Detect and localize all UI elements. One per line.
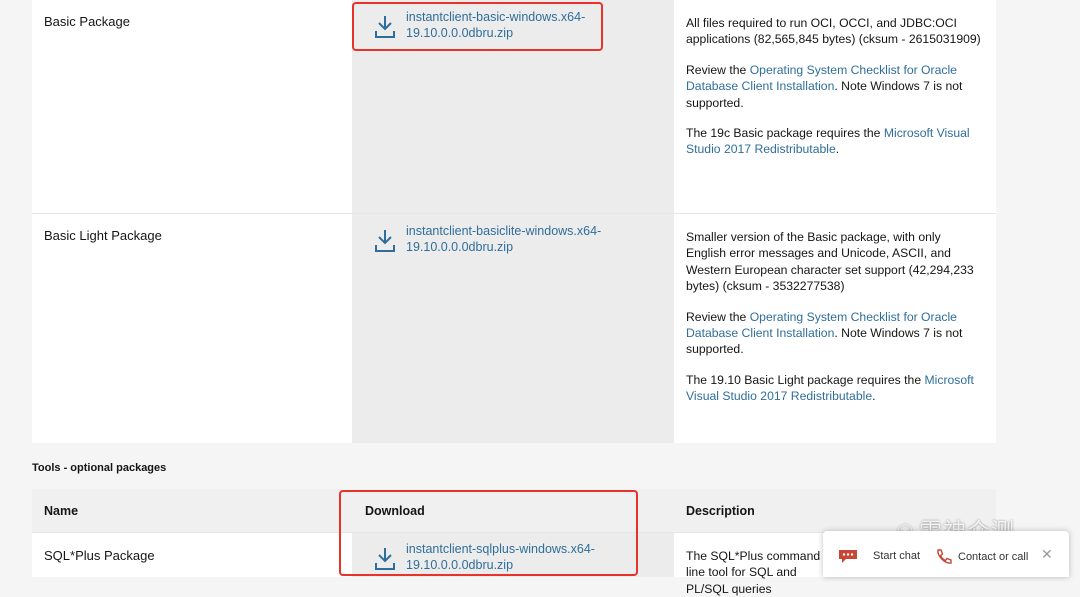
column-header-name: Name [44,504,79,518]
text: The 19.10 Basic Light package requires t… [686,372,925,387]
description-cell: All files required to run OCI, OCCI, and… [674,0,996,213]
text: Review the [686,309,750,324]
highlight-box [339,490,638,576]
chat-widget: Start chat Contact or call ✕ [823,531,1069,577]
package-name: Basic Light Package [44,228,162,243]
text: The 19c Basic package requires the [686,126,884,141]
download-icon[interactable] [374,228,396,254]
description-paragraph: The 19.10 Basic Light package requires t… [686,372,982,405]
start-chat-button[interactable]: Start chat [837,548,920,564]
download-link-basiclite[interactable]: instantclient-basiclite-windows.x64- 19.… [406,223,636,255]
download-cell: instantclient-basiclite-windows.x64- 19.… [352,214,674,443]
file-name-line2: 19.10.0.0.0dbru.zip [406,240,514,254]
table-row: Basic Light Package instantclient-basicl… [32,214,996,443]
description-text: The SQL*Plus command line tool for SQL a… [686,549,821,596]
text: . [835,142,840,157]
contact-call-button[interactable]: Contact or call [935,548,1028,566]
text: . [872,389,876,404]
file-name-line1: instantclient-basiclite-windows.x64- [406,224,602,238]
description-text: All files required to run OCI, OCCI, and… [686,16,981,47]
section-title: Tools - optional packages [32,462,167,474]
package-name: SQL*Plus Package [44,548,155,563]
column-header-description: Description [686,504,755,518]
text: Review the [686,62,750,77]
name-cell: Basic Package [32,0,352,213]
highlight-box [352,2,603,51]
description-paragraph: Review the Operating System Checklist fo… [686,309,982,358]
start-chat-label: Start chat [873,550,921,562]
contact-label: Contact or call [958,551,1029,563]
package-name: Basic Package [44,14,130,29]
name-cell: SQL*Plus Package [32,533,352,577]
description-cell: Smaller version of the Basic package, wi… [674,214,996,443]
close-icon[interactable]: ✕ [1041,546,1053,563]
packages-table: Basic Package instantclient-basic-window… [32,0,996,443]
description-paragraph: The 19c Basic package requires the Micro… [686,125,982,158]
name-cell: Basic Light Package [32,214,352,443]
description-paragraph: Review the Operating System Checklist fo… [686,62,982,111]
description-text: Smaller version of the Basic package, wi… [686,230,974,294]
chat-bubble-icon [839,550,857,563]
phone-icon [937,549,952,564]
